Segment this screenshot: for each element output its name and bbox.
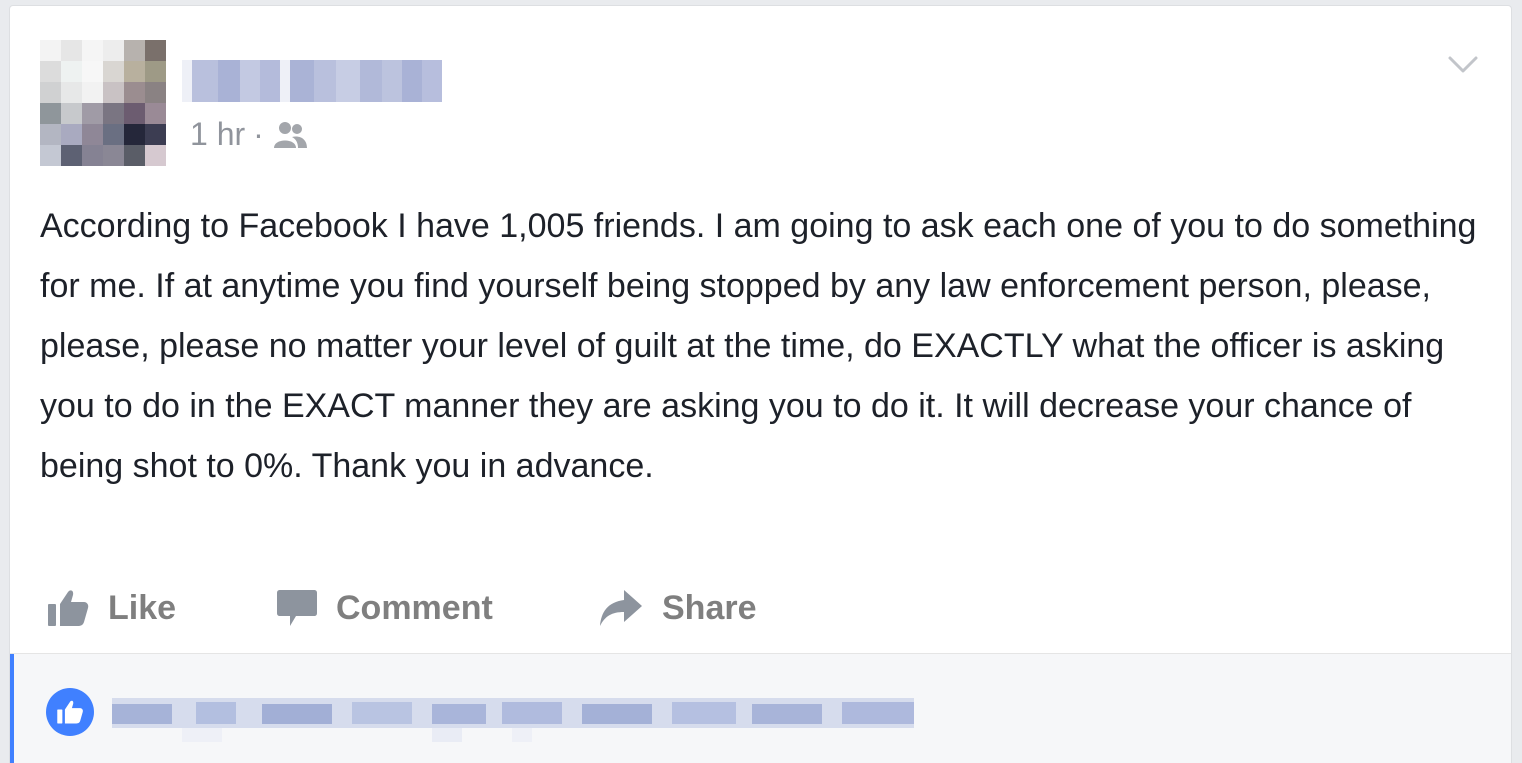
chevron-down-icon[interactable]: [1445, 46, 1481, 82]
post-meta: 1 hr ·: [190, 114, 308, 154]
share-button[interactable]: Share: [598, 588, 757, 628]
share-label: Share: [662, 588, 757, 627]
comment-icon: [276, 588, 318, 628]
avatar[interactable]: [40, 40, 166, 166]
post-text: According to Facebook I have 1,005 frien…: [40, 207, 1477, 485]
timestamp[interactable]: 1 hr: [190, 114, 245, 154]
post-card: 1 hr · According to Facebook I have 1,00…: [9, 5, 1512, 763]
friends-icon[interactable]: [272, 119, 308, 149]
thumbs-up-icon[interactable]: [46, 688, 94, 736]
accent-bar: [10, 654, 14, 763]
reactions-bar: [10, 653, 1511, 763]
thumbs-up-icon: [46, 588, 90, 628]
reactors-list[interactable]: [112, 682, 914, 746]
meta-separator: ·: [253, 116, 264, 152]
action-bar: Like Comment Share: [46, 578, 757, 638]
share-arrow-icon: [598, 588, 644, 628]
like-label: Like: [108, 588, 177, 627]
author-name[interactable]: [182, 60, 442, 102]
comment-label: Comment: [336, 588, 493, 627]
comment-button[interactable]: Comment: [276, 588, 598, 628]
like-button[interactable]: Like: [46, 588, 276, 628]
